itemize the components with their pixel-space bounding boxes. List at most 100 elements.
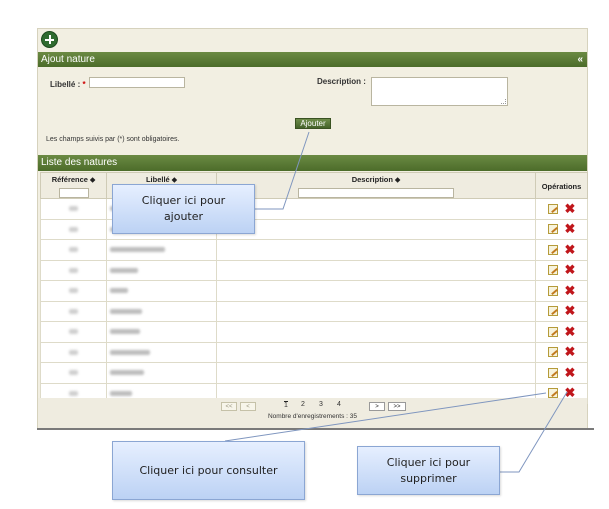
delete-icon[interactable]: ✖ [565, 366, 576, 379]
libelle-value [110, 308, 142, 314]
libelle-cell [106, 239, 217, 261]
delete-icon[interactable]: ✖ [565, 202, 576, 215]
edit-icon[interactable] [547, 285, 558, 296]
add-button[interactable]: Ajouter [295, 118, 331, 129]
next-page-button[interactable]: > [369, 402, 385, 411]
operations-cell: ✖ [535, 321, 588, 343]
toolbar [38, 29, 587, 51]
list-section-title: Liste des natures [41, 157, 118, 168]
delete-icon[interactable]: ✖ [565, 222, 576, 235]
delete-icon[interactable]: ✖ [565, 263, 576, 276]
edit-icon[interactable] [547, 203, 558, 214]
add-section-header: Ajout nature « [38, 52, 587, 67]
reference-value [69, 267, 78, 273]
column-header-description[interactable]: Description ⬥ [216, 172, 536, 199]
description-cell [216, 218, 536, 240]
libelle-cell [106, 280, 217, 302]
edit-icon[interactable] [547, 326, 558, 337]
resize-grip-icon[interactable] [501, 99, 506, 104]
add-section-title: Ajout nature [41, 54, 95, 65]
table-row: ✖ [40, 362, 588, 384]
delete-icon[interactable]: ✖ [565, 243, 576, 256]
libelle-cell [106, 362, 217, 384]
edit-icon[interactable] [547, 347, 558, 358]
callout-consulter: Cliquer ici pour consulter [112, 441, 305, 500]
reference-cell [40, 362, 107, 384]
required-fields-note: Les champs suivis par (*) sont obligatoi… [46, 136, 180, 143]
description-cell [216, 362, 536, 384]
column-header-reference[interactable]: Référence ⬥ [40, 172, 107, 199]
pagination: << < 1 2 3 4 > >> Nombre d'enregistremen… [38, 398, 587, 430]
reference-value [69, 370, 78, 376]
delete-icon[interactable]: ✖ [565, 284, 576, 297]
reference-value [69, 247, 78, 253]
reference-cell [40, 280, 107, 302]
delete-icon[interactable]: ✖ [565, 325, 576, 338]
description-cell [216, 300, 536, 322]
libelle-value [110, 247, 165, 253]
first-page-button[interactable]: << [221, 402, 237, 411]
reference-value [69, 308, 78, 314]
reference-cell [40, 239, 107, 261]
add-icon[interactable] [41, 31, 58, 48]
reference-value [69, 226, 78, 232]
reference-cell [40, 341, 107, 363]
libelle-cell [106, 300, 217, 322]
libelle-cell [106, 341, 217, 363]
libelle-cell [106, 321, 217, 343]
table-row: ✖ [40, 259, 588, 281]
operations-cell: ✖ [535, 239, 588, 261]
last-page-button[interactable]: >> [388, 402, 406, 411]
reference-cell [40, 259, 107, 281]
callout-ajouter: Cliquer ici pour ajouter [112, 184, 255, 234]
operations-cell: ✖ [535, 280, 588, 302]
page-4-link[interactable]: 4 [337, 401, 341, 408]
libelle-value [110, 349, 150, 355]
description-cell [216, 321, 536, 343]
libelle-label: Libellé : * [50, 80, 86, 89]
reference-cell [40, 300, 107, 322]
edit-icon[interactable] [547, 306, 558, 317]
libelle-value [110, 390, 132, 396]
reference-cell [40, 218, 107, 240]
table-row: ✖ [40, 300, 588, 322]
description-textarea[interactable] [371, 77, 508, 106]
reference-value [69, 390, 78, 396]
previous-page-button[interactable]: < [240, 402, 256, 411]
description-filter-input[interactable] [298, 188, 454, 198]
operations-cell: ✖ [535, 341, 588, 363]
page-2-link[interactable]: 2 [301, 401, 305, 408]
panel-bottom-border [37, 428, 594, 430]
libelle-input[interactable] [89, 77, 185, 88]
table-row: ✖ [40, 239, 588, 261]
delete-icon[interactable]: ✖ [565, 386, 576, 399]
libelle-value [110, 370, 144, 376]
table-row: ✖ [40, 341, 588, 363]
edit-icon[interactable] [547, 367, 558, 378]
operations-cell: ✖ [535, 198, 588, 220]
delete-icon[interactable]: ✖ [565, 345, 576, 358]
reference-value [69, 288, 78, 294]
description-cell [216, 198, 536, 220]
reference-value [69, 349, 78, 355]
reference-filter-input[interactable] [58, 188, 89, 198]
description-cell [216, 280, 536, 302]
operations-cell: ✖ [535, 218, 588, 240]
page-1-link[interactable]: 1 [284, 401, 288, 409]
edit-icon[interactable] [547, 388, 558, 399]
reference-value [69, 206, 78, 212]
edit-icon[interactable] [547, 224, 558, 235]
table-row: ✖ [40, 321, 588, 343]
reference-value [69, 329, 78, 335]
callout-supprimer: Cliquer ici pour supprimer [357, 446, 500, 495]
collapse-icon[interactable]: « [577, 52, 583, 67]
operations-cell: ✖ [535, 362, 588, 384]
description-cell [216, 341, 536, 363]
page-3-link[interactable]: 3 [319, 401, 323, 408]
required-mark: * [82, 80, 86, 89]
delete-icon[interactable]: ✖ [565, 304, 576, 317]
libelle-value [110, 288, 128, 294]
edit-icon[interactable] [547, 265, 558, 276]
edit-icon[interactable] [547, 244, 558, 255]
operations-cell: ✖ [535, 300, 588, 322]
